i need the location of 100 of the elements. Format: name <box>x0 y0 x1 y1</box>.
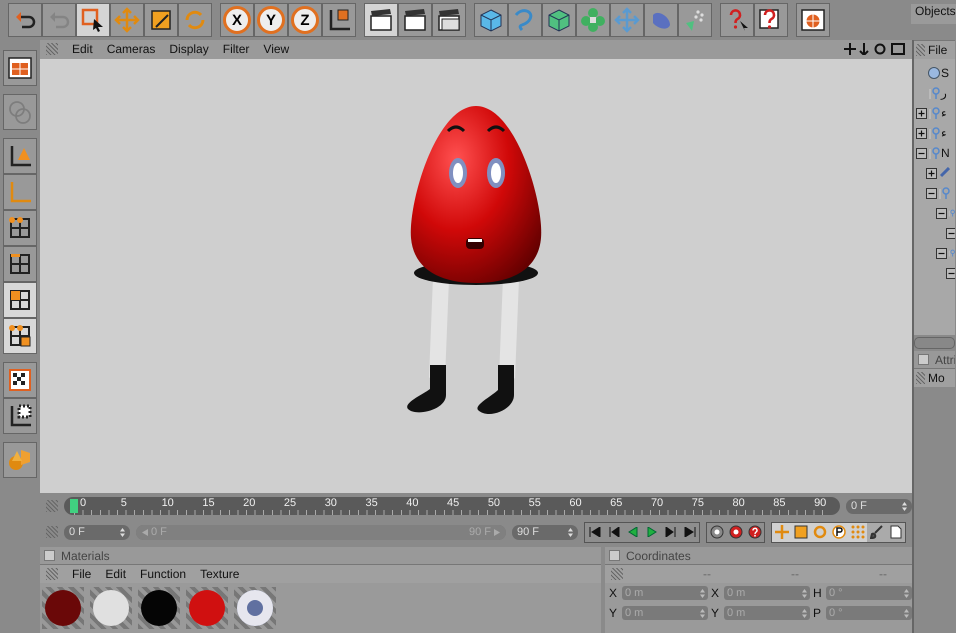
spinner-icon[interactable] <box>120 528 125 537</box>
tool-button[interactable] <box>3 138 37 174</box>
axis-label: X <box>711 586 720 600</box>
tool-button[interactable] <box>3 362 37 398</box>
menu-item[interactable]: View <box>263 42 290 56</box>
tool-button[interactable] <box>398 3 432 37</box>
tool-button[interactable]: Y <box>254 3 288 37</box>
frame-label: 65 <box>610 497 624 512</box>
view-navigation-icon[interactable] <box>844 43 906 56</box>
scrollbar[interactable] <box>914 337 955 349</box>
tool-button[interactable] <box>144 3 178 37</box>
record-icon <box>728 525 742 540</box>
panel-checkbox[interactable] <box>609 550 620 561</box>
menu-item[interactable]: Filter <box>222 42 250 56</box>
expand-toggle[interactable] <box>926 168 937 178</box>
expand-toggle[interactable] <box>946 268 955 278</box>
tool-button[interactable] <box>3 246 37 282</box>
tool-button[interactable] <box>796 3 830 37</box>
tool-button[interactable]: Z <box>288 3 322 37</box>
scale-icon <box>794 525 808 540</box>
expand-toggle[interactable] <box>916 108 927 118</box>
brush-icon <box>938 167 950 179</box>
grip-handle[interactable] <box>46 43 58 56</box>
panel-checkbox[interactable] <box>44 550 55 561</box>
tool-button[interactable] <box>76 3 110 37</box>
object-name[interactable]: ء <box>941 106 947 120</box>
tool-button[interactable] <box>8 3 42 37</box>
menu-item[interactable]: Texture <box>200 567 240 581</box>
help-icon <box>748 525 762 540</box>
brush-icon <box>870 525 884 540</box>
menu-item[interactable]: Edit <box>105 567 126 581</box>
menu-item[interactable]: Display <box>169 42 209 56</box>
frame-label: 90 <box>814 497 828 512</box>
globe-icon <box>800 7 826 33</box>
clapper-icon <box>402 7 428 33</box>
menu-item[interactable]: File <box>72 567 92 581</box>
object-name[interactable]: N <box>941 146 950 160</box>
timeline-ruler[interactable]: 0 5 10 15 20 25 30 35 40 45 50 55 60 65 70 75 80 85 90 <box>64 497 840 516</box>
grip-handle[interactable] <box>46 526 58 538</box>
tool-button[interactable] <box>474 3 508 37</box>
object-name[interactable]: S <box>941 66 950 80</box>
tool-button[interactable] <box>3 318 37 354</box>
tool-button[interactable] <box>3 282 37 318</box>
tool-button[interactable] <box>3 398 37 434</box>
tool-button[interactable] <box>754 3 788 37</box>
cube-icon <box>546 7 572 33</box>
current-frame-field[interactable]: 0 F <box>846 498 912 514</box>
grip-handle[interactable] <box>916 372 925 384</box>
tool-button[interactable]: X <box>220 3 254 37</box>
tool-button[interactable] <box>364 3 398 37</box>
edges-icon <box>7 251 33 277</box>
menu-item[interactable]: Function <box>140 567 186 581</box>
objects-tab[interactable]: Objects <box>911 4 956 24</box>
spinner-icon[interactable] <box>568 528 573 537</box>
clapper-icon <box>368 7 394 33</box>
frame-label: 60 <box>569 497 583 512</box>
rotate-icon <box>812 525 826 540</box>
grip-handle[interactable] <box>46 500 58 512</box>
end-frame-field[interactable]: 90 F <box>512 524 578 540</box>
frame-label: 35 <box>365 497 379 512</box>
axis-label: X <box>609 586 618 600</box>
grip-handle[interactable] <box>611 568 623 580</box>
axis-label: Y <box>609 606 618 620</box>
tool-button[interactable] <box>432 3 466 37</box>
expand-toggle[interactable] <box>926 188 937 198</box>
expand-toggle[interactable] <box>916 148 927 158</box>
checker-icon <box>7 367 33 393</box>
frame-label: 50 <box>488 497 502 512</box>
grip-handle[interactable] <box>916 44 925 56</box>
spinner-icon[interactable] <box>902 502 907 511</box>
expand-toggle[interactable] <box>936 208 947 218</box>
next-key-icon <box>664 527 676 538</box>
tool-button[interactable] <box>322 3 356 37</box>
grip-handle[interactable] <box>46 568 58 580</box>
menu-item[interactable]: Edit <box>72 42 93 56</box>
expand-toggle[interactable] <box>946 228 955 238</box>
null-object-icon <box>928 86 940 100</box>
previous-key-icon <box>608 527 620 538</box>
expand-toggle[interactable] <box>916 128 927 138</box>
document-icon <box>888 525 902 540</box>
viewport[interactable] <box>40 58 912 493</box>
object-name[interactable]: ر <box>941 86 947 100</box>
expand-toggle[interactable] <box>936 248 947 258</box>
object-name[interactable]: ء <box>941 126 947 140</box>
null-object-icon <box>928 106 940 120</box>
frame-label: 15 <box>202 497 216 512</box>
tool-button[interactable] <box>3 210 37 246</box>
menu-item[interactable]: Cameras <box>106 42 156 56</box>
polygons-icon <box>7 287 33 313</box>
move-icon <box>114 7 140 33</box>
playhead[interactable] <box>70 499 78 514</box>
key-tool-button[interactable] <box>886 522 905 542</box>
tool-button[interactable] <box>3 50 37 86</box>
frame-label: 85 <box>773 497 787 512</box>
play-icon <box>646 527 658 538</box>
start-frame-field[interactable]: 0 F <box>64 524 130 540</box>
panel-checkbox[interactable] <box>918 354 929 365</box>
move-icon <box>774 525 788 540</box>
p-circle-icon <box>832 525 846 540</box>
column-header: -- <box>879 567 887 581</box>
